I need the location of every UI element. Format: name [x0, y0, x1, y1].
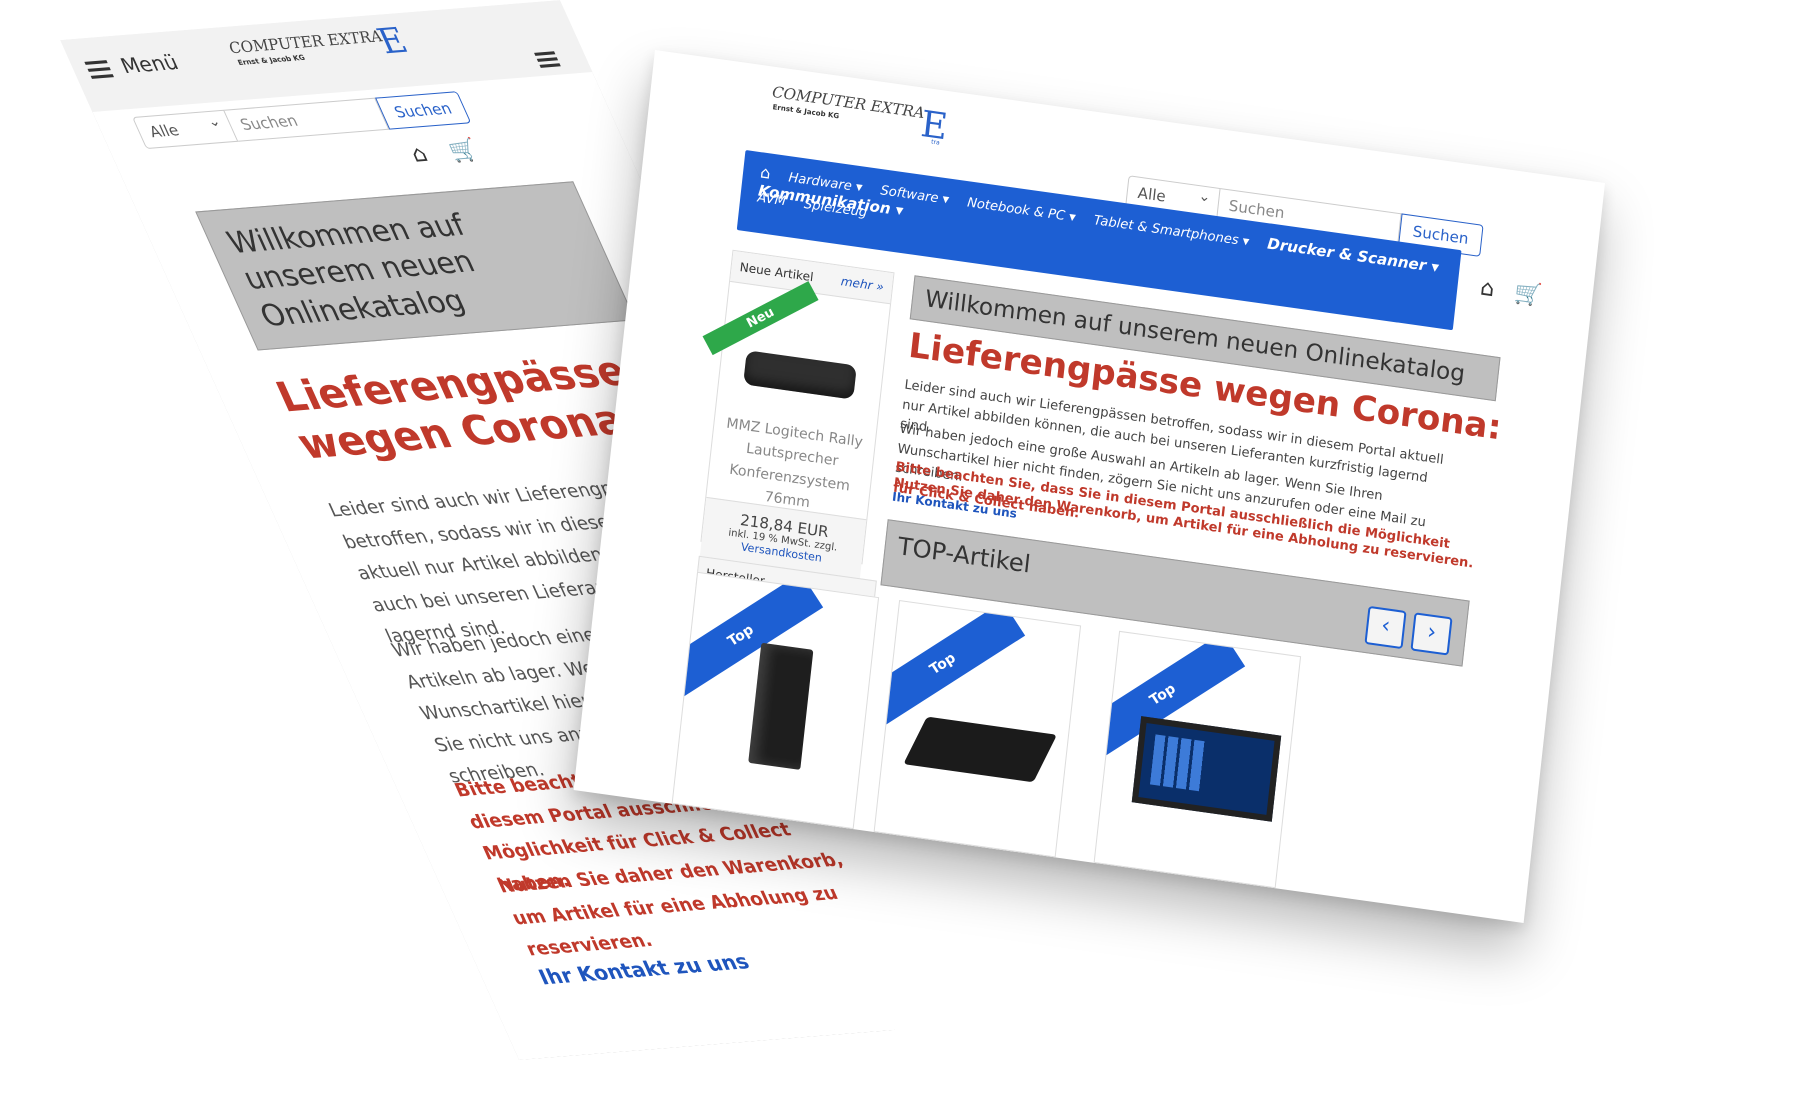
top-badge: Top	[873, 601, 1026, 727]
chevron-left-icon[interactable]: ‹	[1364, 605, 1407, 650]
search-button[interactable]: Suchen	[375, 91, 471, 130]
new-articles-box: Neue Artikel mehr » Neu MMZ Logitech Ral…	[699, 249, 895, 579]
top-product-card[interactable]: Top	[1093, 630, 1302, 889]
menu-label: Menü	[116, 49, 183, 79]
top-articles-title: TOP-Artikel	[896, 532, 1032, 579]
more-link[interactable]: mehr »	[840, 274, 884, 294]
new-articles-heading: Neue Artikel	[739, 259, 815, 285]
nav-item-avm[interactable]: AVM	[757, 190, 787, 209]
category-select[interactable]: Alle	[132, 110, 238, 149]
menu-button[interactable]: Menü	[82, 50, 183, 83]
logo-title: COMPUTER EXTRA	[771, 83, 925, 122]
new-badge: Neu	[702, 281, 819, 356]
hamburger-icon	[83, 56, 116, 83]
chevron-right-icon[interactable]: ›	[1410, 612, 1453, 656]
laptop-image	[1131, 716, 1282, 822]
nav-toggle-icon[interactable]	[533, 48, 562, 71]
nav-item-tablet-smartphones[interactable]: Tablet & Smartphones ▾	[1093, 213, 1250, 250]
desktop-screenshot: COMPUTER EXTRA Ernst & Jacob KG E tra Al…	[573, 50, 1605, 923]
nav-home-icon[interactable]: ⌂	[759, 162, 771, 182]
nav-item-notebook-pc[interactable]: Notebook & PC ▾	[966, 195, 1076, 225]
desktop-icon-bar: ⌂🛒	[1479, 275, 1563, 311]
welcome-banner: Willkommen auf unserem neuen Onlinekatal…	[195, 181, 635, 350]
cart-icon[interactable]: 🛒	[1513, 280, 1563, 312]
mobile-header: Menü COMPUTER EXTRA Ernst & Jacob KG E	[60, 0, 592, 112]
site-logo[interactable]: COMPUTER EXTRA Ernst & Jacob KG E tra	[767, 77, 964, 164]
top-product-card[interactable]: Top	[671, 571, 880, 830]
search-input[interactable]: Suchen	[224, 98, 389, 142]
home-icon[interactable]: ⌂	[1479, 275, 1516, 305]
mini-pc-image	[903, 716, 1058, 783]
mobile-icon-bar: ⌂🛒	[407, 136, 508, 168]
logo-title: COMPUTER EXTRA	[225, 27, 385, 57]
speaker-product-image[interactable]	[743, 350, 857, 400]
cart-icon[interactable]: 🛒	[445, 136, 508, 165]
logo-mark-text: tra	[931, 139, 941, 147]
pc-tower-image	[748, 642, 814, 770]
site-logo[interactable]: COMPUTER EXTRA Ernst & Jacob KG E	[223, 18, 437, 87]
top-product-card[interactable]: Top	[873, 600, 1082, 858]
